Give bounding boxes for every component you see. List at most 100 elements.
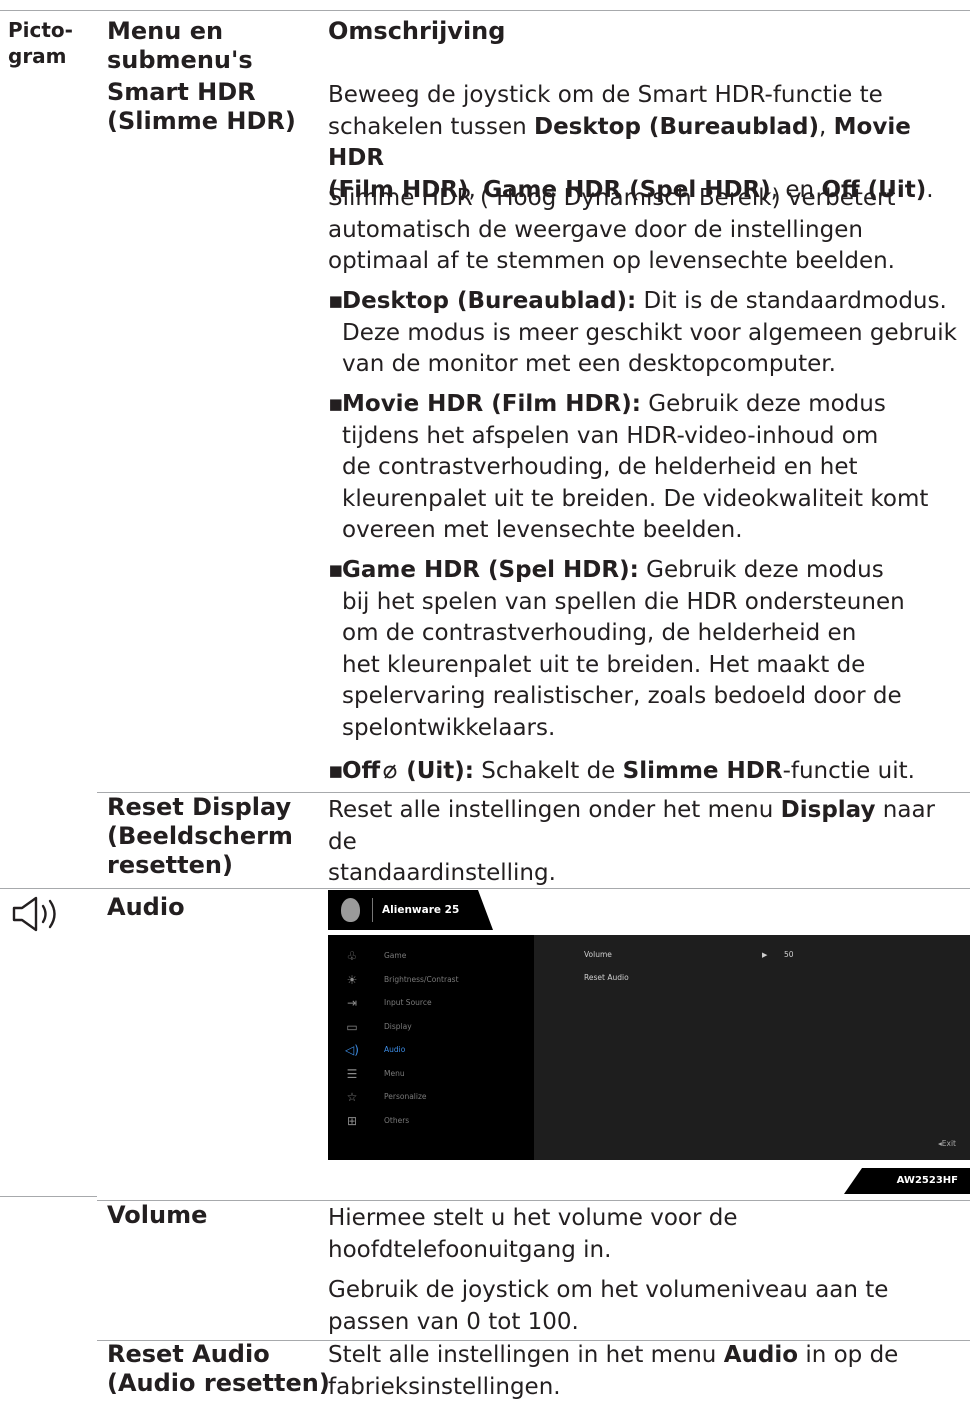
text-span: . [926, 177, 933, 203]
osd-exit[interactable]: ◂Exit [938, 1139, 956, 1148]
text-span: Gebruik deze modus [639, 557, 884, 583]
speaker-icon [10, 896, 68, 932]
menu-icon: ☰ [344, 1067, 360, 1081]
osd-screenshot: Alienware 25 Monitor ♧ Game ☀ Brightness/C… [328, 890, 970, 1165]
text-line: Desktop (Bureaublad): Dit is de standaar… [342, 286, 957, 318]
osd-menu-item-game[interactable]: ♧ Game [328, 947, 534, 967]
menu-smart-hdr-line1: Smart HDR [107, 78, 296, 107]
header-pictogram-line2: gram [8, 43, 73, 69]
text-span: in op de [798, 1342, 898, 1368]
osd-menu-label: Menu [384, 1068, 405, 1080]
menu-volume: Volume [107, 1201, 207, 1230]
menu-audio: Audio [107, 893, 185, 922]
text-line: Gebruik de joystick om het volumeniveau … [328, 1275, 888, 1307]
osd-menu-item-brightness[interactable]: ☀ Brightness/Contrast [328, 971, 534, 991]
text-span: Stelt alle instellingen in het menu [328, 1342, 724, 1368]
text-line: fabrieksinstellingen. [328, 1372, 898, 1403]
menu-reset-display: Reset Display (Beeldscherm resetten) [107, 793, 293, 880]
text-line: Game HDR (Spel HDR): Gebruik deze modus [342, 555, 905, 587]
brightness-icon: ☀ [344, 973, 360, 987]
bullet-dot: ▪ [328, 286, 344, 318]
text-line: de contrastverhouding, de helderheid en … [342, 452, 928, 484]
bold-term: Game HDR (Spel HDR): [342, 557, 639, 583]
menu-line: Reset Display [107, 793, 293, 822]
text-line: spelervaring realistischer, zoals bedoel… [342, 681, 905, 713]
bold-term: Audio [724, 1342, 798, 1368]
text-line: Movie HDR (Film HDR): Gebruik deze modus [342, 389, 928, 421]
bold-term: Off [342, 758, 380, 784]
text-line: Reset alle instellingen onder het menu D… [328, 795, 970, 858]
text-line: Slimme HDR ( Hoog Dynamisch Bereik) verb… [328, 183, 896, 215]
menu-line: (Beeldscherm [107, 822, 293, 851]
row-rule [97, 1200, 970, 1201]
header-menu-line1: Menu en [107, 17, 253, 46]
bullet-dot: ▪ [328, 555, 344, 587]
osd-menu-label: Audio [384, 1044, 405, 1056]
text-line: overeen met levensechte beelden. [342, 515, 928, 547]
text-span: Reset alle instellingen onder het menu [328, 797, 781, 823]
text-line: kleurenpalet uit te breiden. De videokwa… [342, 484, 928, 516]
osd-volume-label[interactable]: Volume [584, 949, 612, 961]
menu-reset-audio: Reset Audio (Audio resetten) [107, 1340, 330, 1398]
display-icon: ▭ [344, 1020, 360, 1034]
osd-brand-separator [372, 898, 373, 922]
osd-reset-audio-label[interactable]: Reset Audio [584, 972, 629, 984]
bold-term: Desktop (Bureaublad) [534, 114, 819, 140]
others-icon: ⊞ [344, 1114, 360, 1128]
text-line: tijdens het afspelen van HDR-video-inhou… [342, 421, 928, 453]
game-icon: ♧ [344, 949, 360, 963]
osd-menu-label: Personalize [384, 1091, 427, 1103]
model-tag: AW2523HF [844, 1168, 970, 1194]
osd-brand-bar: Alienware 25 Monitor [328, 890, 493, 930]
osd-menu-item-display[interactable]: ▭Display [328, 1018, 534, 1038]
volume-paragraph-1: Hiermee stelt u het volume voor de hoofd… [328, 1203, 738, 1266]
text-line: passen van 0 tot 100. [328, 1307, 888, 1339]
text-line: optimaal af te stemmen op levensechte be… [328, 246, 896, 278]
osd-menu-item-audio[interactable]: ◁) Audio [328, 1041, 534, 1061]
osd-menu-label: Others [384, 1115, 409, 1127]
bold-term: Desktop (Bureaublad): [342, 288, 636, 314]
bold-term: Slimme HDR [623, 758, 783, 784]
menu-smart-hdr: Smart HDR (Slimme HDR) [107, 78, 296, 136]
text-line: automatisch de weergave door de instelli… [328, 215, 896, 247]
text-line: Stelt alle instellingen in het menu Audi… [328, 1340, 898, 1372]
model-label: AW2523HF [897, 1168, 958, 1194]
bullet-game-hdr: ▪ Game HDR (Spel HDR): Gebruik deze modu… [342, 555, 905, 744]
osd-menu-item-others[interactable]: ⊞ Others [328, 1112, 534, 1132]
row-rule [0, 888, 970, 889]
row-rule-short [0, 1196, 97, 1197]
menu-line: resetten) [107, 851, 293, 880]
smart-hdr-paragraph-2: Slimme HDR ( Hoog Dynamisch Bereik) verb… [328, 183, 896, 278]
osd-menu-panel: ♧ Game ☀ Brightness/Contrast ⇥ Input Source… [328, 935, 534, 1160]
menu-line: Reset Audio [107, 1340, 330, 1369]
bullet-dot: ▪ [328, 389, 344, 421]
bullet-movie-hdr: ▪ Movie HDR (Film HDR): Gebruik deze mod… [342, 389, 928, 547]
osd-volume-value: 50 [784, 949, 794, 961]
menu-smart-hdr-line2: (Slimme HDR) [107, 107, 296, 136]
text-span: , [819, 114, 834, 140]
audio-icon: ◁) [344, 1043, 360, 1057]
text-line: Off (Uit): Schakelt de Slimme HDR-functi… [342, 756, 915, 788]
osd-menu-label: Input Source [384, 997, 432, 1009]
bold-term: Movie HDR (Film HDR): [342, 391, 641, 417]
input-source-icon: ⇥ [344, 996, 360, 1010]
bold-term: Display [781, 797, 876, 823]
text-line: standaardinstelling. [328, 858, 970, 890]
text-line: hoofdtelefoonuitgang in. [328, 1235, 738, 1267]
text-span: Gebruik deze modus [641, 391, 886, 417]
osd-menu-item-menu[interactable]: ☰ Menu [328, 1065, 534, 1085]
osd-exit-label: Exit [942, 1139, 956, 1148]
osd-menu-label: Brightness/Contrast [384, 974, 459, 986]
bullet-off: ▪ Off (Uit): Schakelt de Slimme HDR-func… [342, 756, 915, 788]
text-line: Deze modus is meer geschikt voor algemee… [342, 318, 957, 350]
osd-menu-item-input-source[interactable]: ⇥ Input Source [328, 994, 534, 1014]
text-span: Dit is de standaardmodus. [636, 288, 947, 314]
osd-volume-arrow-icon: ▶ [762, 949, 767, 961]
osd-menu-item-personalize[interactable]: ☆Personalize [328, 1088, 534, 1108]
off-icon [382, 762, 398, 780]
osd-menu-label: Game [384, 950, 406, 962]
text-line: Beweeg de joystick om de Smart HDR-funct… [328, 80, 970, 112]
header-menu-line2: submenu's [107, 46, 253, 75]
bullet-desktop: ▪ Desktop (Bureaublad): Dit is de standa… [342, 286, 957, 381]
text-line: het kleurenpalet uit te breiden. Het maa… [342, 650, 905, 682]
